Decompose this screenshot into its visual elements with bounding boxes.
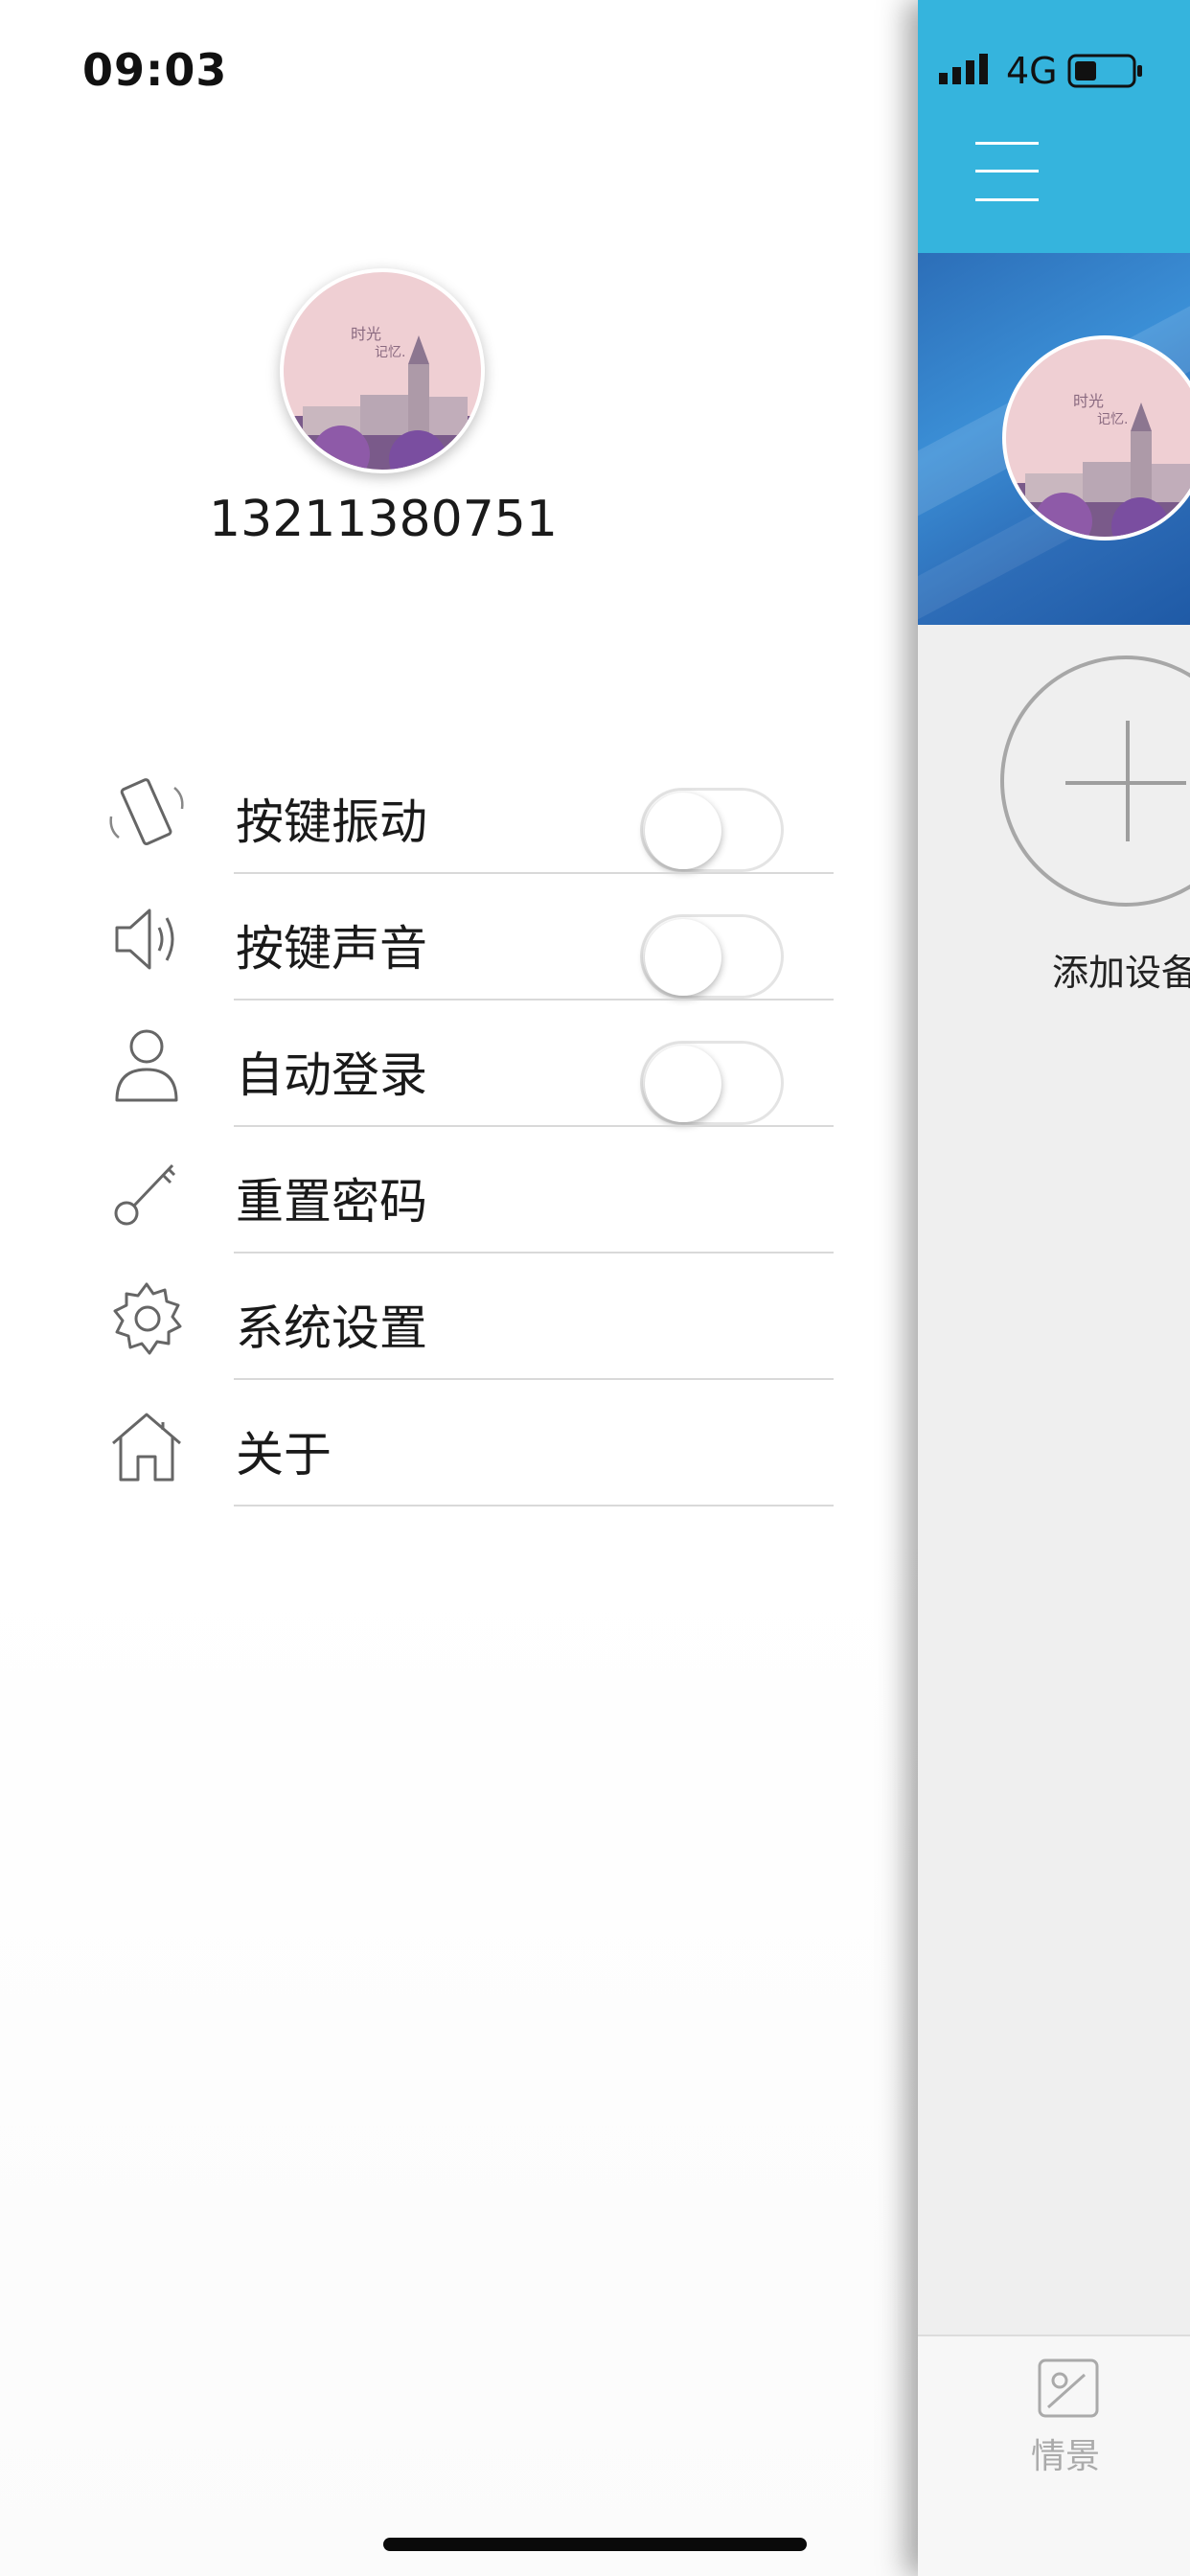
vibrate-icon	[103, 774, 190, 851]
phone-number: 13211380751	[209, 491, 558, 548]
menu-label: 重置密码	[236, 1174, 427, 1230]
tab-scene[interactable]: 情景	[1031, 2428, 1100, 2478]
menu-icon[interactable]	[975, 142, 1039, 201]
menu-icon-line	[975, 142, 1039, 145]
main-header: 4G	[918, 0, 1190, 253]
banner-avatar[interactable]: 时光 记忆.	[1002, 335, 1190, 540]
menu-item-system-settings[interactable]: 系统设置	[0, 1254, 918, 1380]
svg-text:记忆.: 记忆.	[1097, 412, 1128, 427]
scene-icon[interactable]	[1037, 2358, 1100, 2423]
menu-label: 自动登录	[236, 1047, 427, 1103]
menu-icon-line	[975, 198, 1039, 201]
main-panel[interactable]: 4G 时光 记忆. 添加设备 情景	[918, 0, 1190, 2576]
drawer-menu: 按键振动 按键声音 自动登录 重置密码 系统设置 关于	[0, 748, 918, 1506]
toggle-knob	[645, 919, 721, 996]
menu-label: 系统设置	[236, 1300, 427, 1356]
menu-item-vibrate[interactable]: 按键振动	[0, 748, 918, 874]
signal-icon	[939, 54, 995, 88]
plus-icon	[1126, 721, 1130, 841]
menu-label: 按键振动	[236, 794, 427, 850]
tab-bar: 情景	[918, 2334, 1190, 2576]
svg-text:时光: 时光	[1073, 392, 1104, 410]
menu-icon-line	[975, 170, 1039, 172]
vibrate-toggle[interactable]	[640, 788, 784, 872]
toggle-knob	[645, 793, 721, 869]
sound-toggle[interactable]	[640, 914, 784, 999]
menu-label: 关于	[236, 1427, 332, 1483]
menu-item-sound[interactable]: 按键声音	[0, 874, 918, 1000]
gear-icon	[103, 1280, 190, 1357]
network-type: 4G	[1006, 50, 1058, 92]
user-avatar[interactable]: 时光 记忆.	[280, 268, 485, 473]
divider	[234, 1505, 834, 1506]
home-icon	[103, 1407, 190, 1484]
add-device-label: 添加设备	[1052, 952, 1190, 994]
menu-item-reset-password[interactable]: 重置密码	[0, 1127, 918, 1254]
add-device-button[interactable]	[1000, 656, 1190, 907]
key-icon	[103, 1154, 190, 1230]
toggle-knob	[645, 1046, 721, 1122]
home-indicator	[383, 2538, 807, 2551]
menu-label: 按键声音	[236, 921, 427, 977]
menu-item-about[interactable]: 关于	[0, 1380, 918, 1506]
side-drawer: 09:03 时光 记忆. 13211380751 按键振动 按键声音 自动登录 …	[0, 0, 918, 2576]
status-time: 09:03	[82, 44, 228, 96]
svg-text:时光: 时光	[351, 325, 381, 343]
user-icon	[103, 1027, 190, 1104]
menu-item-auto-login[interactable]: 自动登录	[0, 1000, 918, 1127]
battery-icon	[1067, 54, 1144, 92]
profile-banner: 时光 记忆.	[918, 253, 1190, 625]
speaker-icon	[103, 901, 190, 978]
auto-login-toggle[interactable]	[640, 1041, 784, 1125]
svg-text:记忆.: 记忆.	[375, 345, 405, 360]
